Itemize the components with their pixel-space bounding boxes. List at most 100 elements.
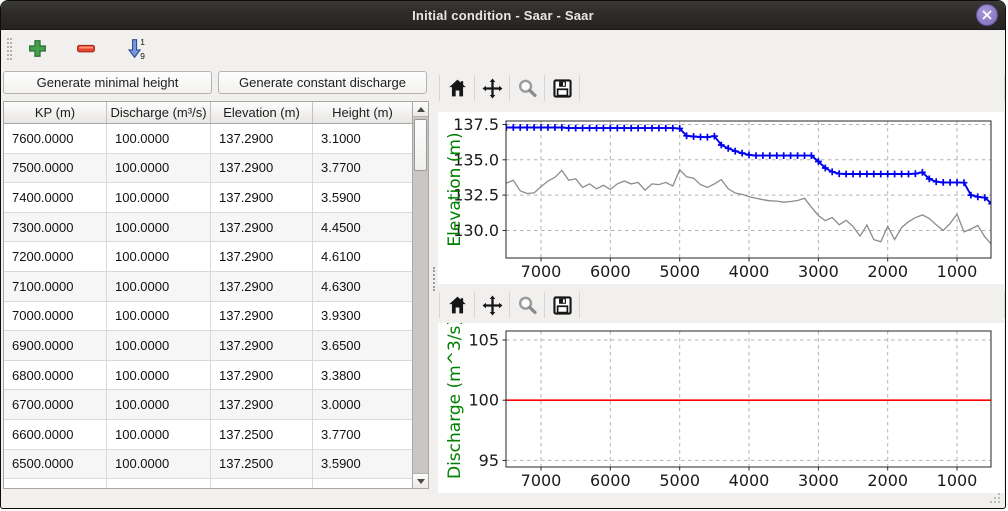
cell-discharge[interactable]: 100.0000: [107, 272, 211, 301]
title-bar[interactable]: Initial condition - Saar - Saar: [1, 1, 1005, 30]
table-row[interactable]: 6800.0000 100.0000 137.2900 3.3800: [4, 361, 412, 391]
cell-kp[interactable]: 6800.0000: [4, 361, 107, 390]
cell-kp[interactable]: 6900.0000: [4, 331, 107, 360]
cell-kp[interactable]: 7300.0000: [4, 213, 107, 242]
table-row[interactable]: 7600.0000 100.0000 137.2900 3.1000: [4, 124, 412, 154]
cell-elevation[interactable]: 137.2500: [211, 420, 313, 449]
y-tick-label: 137.5: [453, 115, 499, 134]
scroll-up-button[interactable]: [413, 102, 428, 117]
cell-kp[interactable]: 7600.0000: [4, 124, 107, 153]
home-button[interactable]: [440, 290, 474, 320]
cell-kp[interactable]: [4, 479, 107, 488]
add-row-button[interactable]: [22, 34, 52, 64]
cell-height[interactable]: [313, 479, 412, 488]
panel-splitter[interactable]: [431, 67, 437, 508]
table-row[interactable]: 7500.0000 100.0000 137.2900 3.7700: [4, 154, 412, 184]
x-tick-label: 7000: [521, 262, 562, 281]
close-button[interactable]: [976, 4, 998, 26]
cell-height[interactable]: 3.7700: [313, 420, 412, 449]
table-row[interactable]: 7100.0000 100.0000 137.2900 4.6300: [4, 272, 412, 302]
cell-elevation[interactable]: 137.2900: [211, 390, 313, 419]
table-row[interactable]: 6600.0000 100.0000 137.2500 3.7700: [4, 420, 412, 450]
cell-height[interactable]: 3.1000: [313, 124, 412, 153]
table-scrollbar[interactable]: [412, 102, 428, 488]
cell-kp[interactable]: 7000.0000: [4, 302, 107, 331]
save-button[interactable]: [545, 290, 579, 320]
cell-kp[interactable]: 7100.0000: [4, 272, 107, 301]
table-row[interactable]: 6700.0000 100.0000 137.2900 3.0000: [4, 390, 412, 420]
cell-discharge[interactable]: 100.0000: [107, 302, 211, 331]
column-header-kp[interactable]: KP (m): [4, 102, 107, 123]
table-row[interactable]: 6900.0000 100.0000 137.2900 3.6500: [4, 331, 412, 361]
cell-discharge[interactable]: 100.0000: [107, 361, 211, 390]
cell-height[interactable]: 3.7700: [313, 154, 412, 183]
cell-elevation[interactable]: 137.2900: [211, 154, 313, 183]
cell-discharge[interactable]: 100.0000: [107, 450, 211, 479]
cell-discharge[interactable]: 100.0000: [107, 420, 211, 449]
sort-rows-button[interactable]: 1 9: [120, 34, 150, 64]
toolbar-drag-handle[interactable]: [7, 38, 12, 60]
cell-kp[interactable]: 6600.0000: [4, 420, 107, 449]
column-header-elevation[interactable]: Elevation (m): [211, 102, 313, 123]
x-tick-label: 1000: [937, 262, 978, 281]
discharge-plot[interactable]: 700060005000400030002000100010510095Disc…: [438, 323, 1004, 493]
cell-discharge[interactable]: 100.0000: [107, 390, 211, 419]
cell-height[interactable]: 3.9300: [313, 302, 412, 331]
cell-height[interactable]: 3.5900: [313, 183, 412, 212]
cell-height[interactable]: 4.4500: [313, 213, 412, 242]
cell-discharge[interactable]: 100.0000: [107, 154, 211, 183]
cell-elevation[interactable]: 137.2900: [211, 242, 313, 271]
cell-elevation[interactable]: 137.2500: [211, 450, 313, 479]
cell-elevation[interactable]: [211, 479, 313, 488]
elevation-plot[interactable]: 7000600050004000300020001000137.5135.013…: [438, 112, 1004, 284]
cell-discharge[interactable]: 100.0000: [107, 183, 211, 212]
scroll-down-button[interactable]: [413, 473, 428, 488]
cell-discharge[interactable]: 100.0000: [107, 213, 211, 242]
cell-elevation[interactable]: 137.2900: [211, 124, 313, 153]
cell-kp[interactable]: 6500.0000: [4, 450, 107, 479]
table-row[interactable]: 7400.0000 100.0000 137.2900 3.5900: [4, 183, 412, 213]
home-icon: [446, 77, 469, 100]
column-header-height[interactable]: Height (m): [313, 102, 412, 123]
scrollbar-thumb[interactable]: [414, 119, 427, 171]
cell-elevation[interactable]: 137.2900: [211, 331, 313, 360]
cell-kp[interactable]: 7400.0000: [4, 183, 107, 212]
table-row[interactable]: 6500.0000 100.0000 137.2500 3.5900: [4, 450, 412, 480]
cell-kp[interactable]: 6700.0000: [4, 390, 107, 419]
cell-discharge[interactable]: [107, 479, 211, 488]
cell-elevation[interactable]: 137.2900: [211, 213, 313, 242]
cell-kp[interactable]: 7200.0000: [4, 242, 107, 271]
generate-constant-discharge-button[interactable]: Generate constant discharge: [218, 71, 427, 94]
cell-kp[interactable]: 7500.0000: [4, 154, 107, 183]
cell-height[interactable]: 3.6500: [313, 331, 412, 360]
table-row[interactable]: 7300.0000 100.0000 137.2900 4.4500: [4, 213, 412, 243]
y-tick-label: 100: [468, 391, 499, 410]
column-header-discharge[interactable]: Discharge (m³/s): [107, 102, 211, 123]
cell-height[interactable]: 4.6100: [313, 242, 412, 271]
cell-height[interactable]: 3.5900: [313, 450, 412, 479]
generate-minimal-height-button[interactable]: Generate minimal height: [3, 71, 212, 94]
save-button[interactable]: [545, 73, 579, 103]
sort-top-label: 1: [140, 37, 145, 47]
cell-elevation[interactable]: 137.2900: [211, 183, 313, 212]
cell-elevation[interactable]: 137.2900: [211, 361, 313, 390]
pan-button[interactable]: [475, 290, 509, 320]
cell-height[interactable]: 3.0000: [313, 390, 412, 419]
cell-elevation[interactable]: 137.2900: [211, 272, 313, 301]
cell-elevation[interactable]: 137.2900: [211, 302, 313, 331]
remove-row-button[interactable]: [71, 34, 101, 64]
table-row[interactable]: 7200.0000 100.0000 137.2900 4.6100: [4, 242, 412, 272]
table-row-empty[interactable]: [4, 479, 412, 488]
cell-discharge[interactable]: 100.0000: [107, 124, 211, 153]
home-button[interactable]: [440, 73, 474, 103]
cell-discharge[interactable]: 100.0000: [107, 242, 211, 271]
cell-height[interactable]: 3.3800: [313, 361, 412, 390]
cell-discharge[interactable]: 100.0000: [107, 331, 211, 360]
zoom-button[interactable]: [510, 290, 544, 320]
zoom-button[interactable]: [510, 73, 544, 103]
table-row[interactable]: 7000.0000 100.0000 137.2900 3.9300: [4, 302, 412, 332]
pan-button[interactable]: [475, 73, 509, 103]
resize-grip[interactable]: [989, 492, 1001, 504]
home-icon: [446, 294, 469, 317]
cell-height[interactable]: 4.6300: [313, 272, 412, 301]
